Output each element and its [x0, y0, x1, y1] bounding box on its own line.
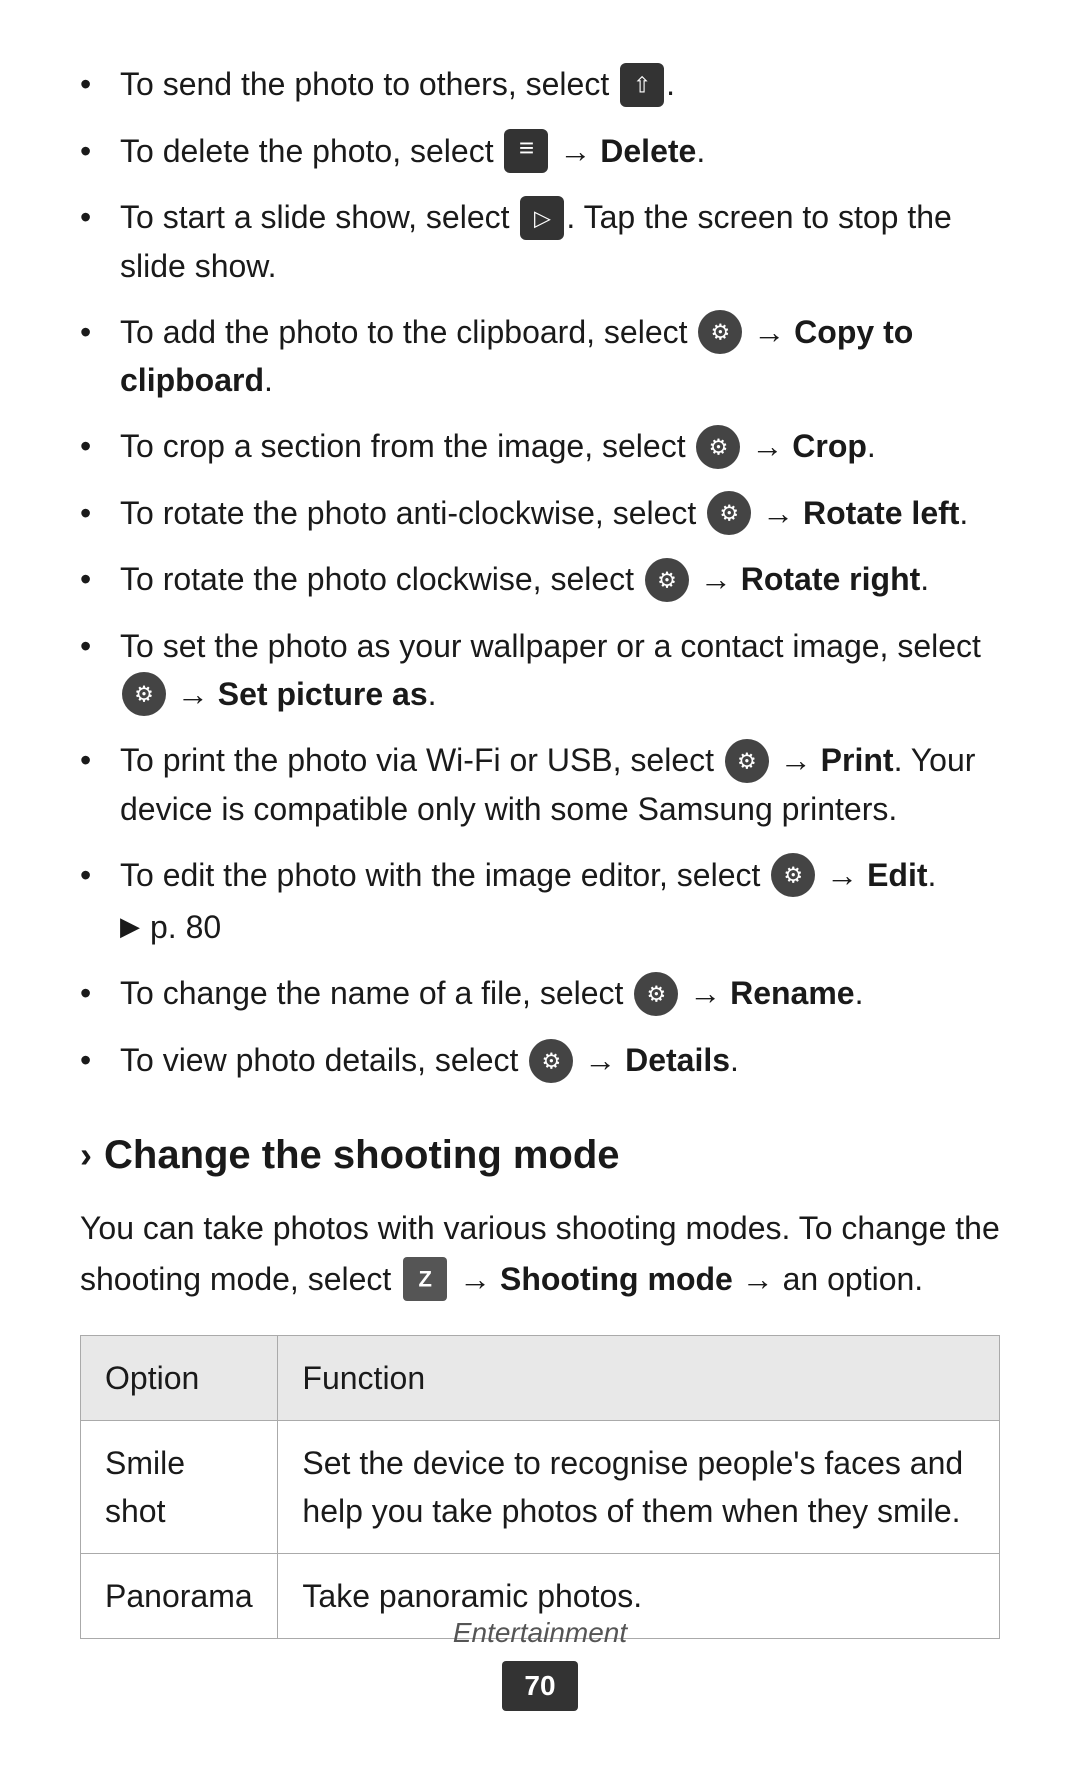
bullet-crop-text: To crop a section from the image, select [120, 428, 686, 464]
bullet-send-text: To send the photo to others, select [120, 66, 609, 102]
section-desc-arrow: → [459, 1261, 500, 1297]
bullet-delete: To delete the photo, select → Delete. [80, 127, 1000, 176]
edit-sub-ref: ▶ p. 80 [120, 903, 1000, 951]
options-icon-details [529, 1039, 573, 1083]
table-row: Smile shot Set the device to recognise p… [81, 1420, 1000, 1553]
bullet-slideshow-text: To start a slide show, select [120, 199, 510, 235]
edit-bold: Edit [867, 857, 927, 893]
table-header-row: Option Function [81, 1335, 1000, 1420]
delete-bold: Delete [600, 133, 696, 169]
bullet-details-text: To view photo details, select [120, 1042, 518, 1078]
table-cell-smile-shot-option: Smile shot [81, 1420, 278, 1553]
bullet-print: To print the photo via Wi-Fi or USB, sel… [80, 736, 1000, 833]
bullet-details: To view photo details, select → Details. [80, 1036, 1000, 1085]
shooting-mode-table: Option Function Smile shot Set the devic… [80, 1335, 1000, 1639]
details-bold: Details [625, 1042, 730, 1078]
bullet-rotate-right: To rotate the photo clockwise, select → … [80, 555, 1000, 604]
share-icon [620, 63, 664, 107]
menu-icon-delete [504, 129, 548, 173]
footer-page-number: 70 [502, 1661, 577, 1711]
chevron-icon: › [80, 1128, 92, 1182]
bullet-rename: To change the name of a file, select → R… [80, 969, 1000, 1018]
options-icon-set-picture [122, 672, 166, 716]
options-icon-rotate-left [707, 491, 751, 535]
options-icon-clipboard [698, 310, 742, 354]
rotate-left-bold: Rotate left [803, 495, 959, 531]
bullet-clipboard-text: To add the photo to the clipboard, selec… [120, 314, 688, 350]
crop-bold: Crop [792, 428, 867, 464]
rename-bold: Rename [730, 975, 855, 1011]
shooting-mode-bold: Shooting mode [500, 1261, 733, 1297]
section-description: You can take photos with various shootin… [80, 1203, 1000, 1305]
section-desc-2: → an option. [742, 1261, 923, 1297]
bullet-delete-text: To delete the photo, select [120, 133, 494, 169]
section-title: Change the shooting mode [104, 1125, 620, 1185]
print-bold: Print [821, 742, 894, 778]
bullet-rename-text: To change the name of a file, select [120, 975, 623, 1011]
bullet-send: To send the photo to others, select . [80, 60, 1000, 109]
bullet-crop: To crop a section from the image, select… [80, 422, 1000, 471]
options-icon-print [725, 739, 769, 783]
bullet-rotate-left-text: To rotate the photo anti-clockwise, sele… [120, 495, 696, 531]
bullet-edit: To edit the photo with the image editor,… [80, 851, 1000, 952]
mode-icon [403, 1257, 447, 1301]
table-header-option: Option [81, 1335, 278, 1420]
bullet-edit-text: To edit the photo with the image editor,… [120, 857, 760, 893]
bullet-print-text: To print the photo via Wi-Fi or USB, sel… [120, 742, 714, 778]
options-icon-crop [696, 425, 740, 469]
bullet-set-picture: To set the photo as your wallpaper or a … [80, 622, 1000, 719]
sub-bullet-arrow: ▶ [120, 907, 140, 946]
page-footer: Entertainment 70 [0, 1612, 1080, 1711]
bullet-list: To send the photo to others, select . To… [80, 60, 1000, 1085]
options-icon-edit [771, 853, 815, 897]
table-cell-smile-shot-function: Set the device to recognise people's fac… [278, 1420, 1000, 1553]
slideshow-icon [520, 196, 564, 240]
bullet-rotate-right-text: To rotate the photo clockwise, select [120, 561, 634, 597]
bullet-set-picture-text: To set the photo as your wallpaper or a … [120, 628, 981, 664]
options-icon-rotate-right [645, 558, 689, 602]
bullet-slideshow: To start a slide show, select . Tap the … [80, 193, 1000, 290]
footer-label: Entertainment [0, 1612, 1080, 1654]
sub-ref-text: p. 80 [150, 903, 221, 951]
bullet-clipboard: To add the photo to the clipboard, selec… [80, 308, 1000, 405]
table-header-function: Function [278, 1335, 1000, 1420]
rotate-right-bold: Rotate right [741, 561, 921, 597]
section-heading: › Change the shooting mode [80, 1125, 1000, 1185]
bullet-rotate-left: To rotate the photo anti-clockwise, sele… [80, 489, 1000, 538]
options-icon-rename [634, 972, 678, 1016]
set-picture-bold: Set picture as [218, 676, 428, 712]
